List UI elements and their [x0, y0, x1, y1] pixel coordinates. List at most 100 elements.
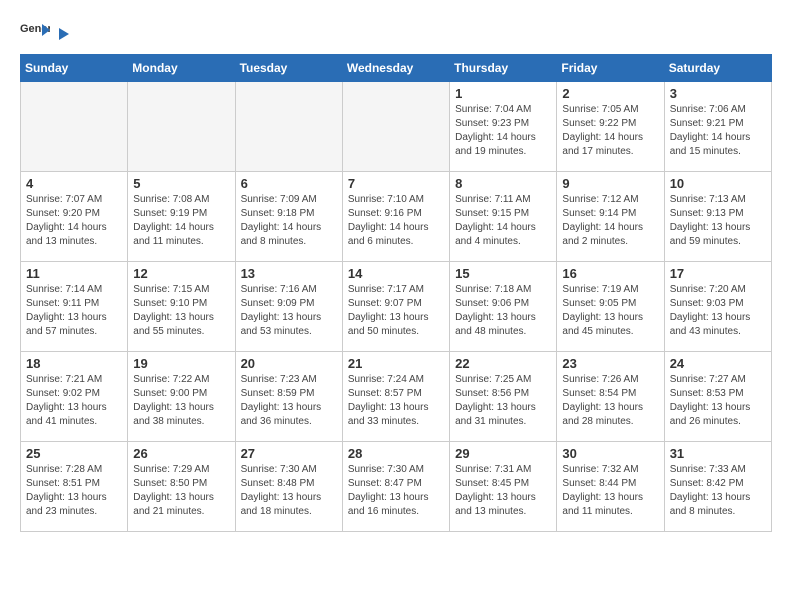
day-number: 4 — [26, 176, 122, 191]
day-number: 3 — [670, 86, 766, 101]
day-number: 11 — [26, 266, 122, 281]
day-number: 14 — [348, 266, 444, 281]
day-number: 10 — [670, 176, 766, 191]
calendar-header-row: SundayMondayTuesdayWednesdayThursdayFrid… — [21, 55, 772, 82]
day-cell-19: 19 Sunrise: 7:22 AM Sunset: 9:00 PM Dayli… — [128, 352, 235, 442]
empty-cell — [128, 82, 235, 172]
day-cell-4: 4Sunrise: 7:07 AM Sunset: 9:20 PM Daylig… — [21, 172, 128, 262]
cell-info: Sunrise: 7:11 AM Sunset: 9:15 PM Dayligh… — [455, 193, 551, 249]
cell-info: Sunrise: 7:30 AM Sunset: 8:48 PM Dayligh… — [241, 463, 337, 519]
day-cell-1: 1 Sunrise: 7:04 AM Sunset: 9:23 PM Daylig… — [450, 82, 557, 172]
day-cell-12: 12 Sunrise: 7:15 AM Sunset: 9:10 PM Dayli… — [128, 262, 235, 352]
logo-icon: General — [20, 20, 50, 44]
day-number: 13 — [241, 266, 337, 281]
empty-cell — [235, 82, 342, 172]
day-number: 6 — [241, 176, 337, 191]
day-number: 23 — [562, 356, 658, 371]
cell-info: Sunrise: 7:23 AM Sunset: 8:59 PM Dayligh… — [241, 373, 337, 429]
day-cell-25: 25 Sunrise: 7:28 AM Sunset: 8:51 PM Dayli… — [21, 442, 128, 532]
column-header-friday: Friday — [557, 55, 664, 82]
cell-info: Sunrise: 7:30 AM Sunset: 8:47 PM Dayligh… — [348, 463, 444, 519]
day-number: 8 — [455, 176, 551, 191]
day-cell-21: 21 Sunrise: 7:24 AM Sunset: 8:57 PM Dayli… — [342, 352, 449, 442]
day-cell-11: 11 Sunrise: 7:14 AM Sunset: 9:11 PM Dayli… — [21, 262, 128, 352]
day-cell-26: 26Sunrise: 7:29 AM Sunset: 8:50 PM Dayli… — [128, 442, 235, 532]
day-number: 18 — [26, 356, 122, 371]
empty-cell — [21, 82, 128, 172]
week-row-4: 18 Sunrise: 7:21 AM Sunset: 9:02 PM Dayli… — [21, 352, 772, 442]
cell-info: Sunrise: 7:26 AM Sunset: 8:54 PM Dayligh… — [562, 373, 658, 429]
day-number: 22 — [455, 356, 551, 371]
day-number: 30 — [562, 446, 658, 461]
day-number: 12 — [133, 266, 229, 281]
cell-info: Sunrise: 7:12 AM Sunset: 9:14 PM Dayligh… — [562, 193, 658, 249]
column-header-saturday: Saturday — [664, 55, 771, 82]
day-number: 9 — [562, 176, 658, 191]
day-cell-24: 24 Sunrise: 7:27 AM Sunset: 8:53 PM Dayli… — [664, 352, 771, 442]
day-cell-9: 9 Sunrise: 7:12 AM Sunset: 9:14 PM Daylig… — [557, 172, 664, 262]
day-cell-7: 7 Sunrise: 7:10 AM Sunset: 9:16 PM Daylig… — [342, 172, 449, 262]
day-number: 2 — [562, 86, 658, 101]
cell-info: Sunrise: 7:32 AM Sunset: 8:44 PM Dayligh… — [562, 463, 658, 519]
day-number: 15 — [455, 266, 551, 281]
day-number: 24 — [670, 356, 766, 371]
day-number: 19 — [133, 356, 229, 371]
cell-info: Sunrise: 7:06 AM Sunset: 9:21 PM Dayligh… — [670, 103, 766, 159]
cell-info: Sunrise: 7:14 AM Sunset: 9:11 PM Dayligh… — [26, 283, 122, 339]
day-cell-30: 30 Sunrise: 7:32 AM Sunset: 8:44 PM Dayli… — [557, 442, 664, 532]
cell-info: Sunrise: 7:21 AM Sunset: 9:02 PM Dayligh… — [26, 373, 122, 429]
logo: General — [20, 20, 74, 44]
day-cell-16: 16 Sunrise: 7:19 AM Sunset: 9:05 PM Dayli… — [557, 262, 664, 352]
day-cell-10: 10 Sunrise: 7:13 AM Sunset: 9:13 PM Dayli… — [664, 172, 771, 262]
day-cell-5: 5Sunrise: 7:08 AM Sunset: 9:19 PM Daylig… — [128, 172, 235, 262]
column-header-wednesday: Wednesday — [342, 55, 449, 82]
day-number: 7 — [348, 176, 444, 191]
cell-info: Sunrise: 7:08 AM Sunset: 9:19 PM Dayligh… — [133, 193, 229, 249]
cell-info: Sunrise: 7:18 AM Sunset: 9:06 PM Dayligh… — [455, 283, 551, 339]
week-row-5: 25 Sunrise: 7:28 AM Sunset: 8:51 PM Dayli… — [21, 442, 772, 532]
cell-info: Sunrise: 7:17 AM Sunset: 9:07 PM Dayligh… — [348, 283, 444, 339]
cell-info: Sunrise: 7:15 AM Sunset: 9:10 PM Dayligh… — [133, 283, 229, 339]
day-number: 1 — [455, 86, 551, 101]
cell-info: Sunrise: 7:28 AM Sunset: 8:51 PM Dayligh… — [26, 463, 122, 519]
cell-info: Sunrise: 7:04 AM Sunset: 9:23 PM Dayligh… — [455, 103, 551, 159]
cell-info: Sunrise: 7:22 AM Sunset: 9:00 PM Dayligh… — [133, 373, 229, 429]
day-cell-14: 14 Sunrise: 7:17 AM Sunset: 9:07 PM Dayli… — [342, 262, 449, 352]
cell-info: Sunrise: 7:16 AM Sunset: 9:09 PM Dayligh… — [241, 283, 337, 339]
column-header-thursday: Thursday — [450, 55, 557, 82]
day-cell-2: 2 Sunrise: 7:05 AM Sunset: 9:22 PM Daylig… — [557, 82, 664, 172]
day-cell-27: 27Sunrise: 7:30 AM Sunset: 8:48 PM Dayli… — [235, 442, 342, 532]
logo-arrow-icon — [55, 25, 73, 43]
day-number: 16 — [562, 266, 658, 281]
cell-info: Sunrise: 7:20 AM Sunset: 9:03 PM Dayligh… — [670, 283, 766, 339]
day-number: 26 — [133, 446, 229, 461]
cell-info: Sunrise: 7:19 AM Sunset: 9:05 PM Dayligh… — [562, 283, 658, 339]
day-cell-6: 6 Sunrise: 7:09 AM Sunset: 9:18 PM Daylig… — [235, 172, 342, 262]
day-cell-8: 8 Sunrise: 7:11 AM Sunset: 9:15 PM Daylig… — [450, 172, 557, 262]
week-row-1: 1 Sunrise: 7:04 AM Sunset: 9:23 PM Daylig… — [21, 82, 772, 172]
cell-info: Sunrise: 7:24 AM Sunset: 8:57 PM Dayligh… — [348, 373, 444, 429]
week-row-3: 11 Sunrise: 7:14 AM Sunset: 9:11 PM Dayli… — [21, 262, 772, 352]
day-cell-18: 18 Sunrise: 7:21 AM Sunset: 9:02 PM Dayli… — [21, 352, 128, 442]
cell-info: Sunrise: 7:13 AM Sunset: 9:13 PM Dayligh… — [670, 193, 766, 249]
day-number: 31 — [670, 446, 766, 461]
cell-info: Sunrise: 7:33 AM Sunset: 8:42 PM Dayligh… — [670, 463, 766, 519]
cell-info: Sunrise: 7:31 AM Sunset: 8:45 PM Dayligh… — [455, 463, 551, 519]
day-number: 21 — [348, 356, 444, 371]
day-cell-3: 3 Sunrise: 7:06 AM Sunset: 9:21 PM Daylig… — [664, 82, 771, 172]
day-cell-17: 17 Sunrise: 7:20 AM Sunset: 9:03 PM Dayli… — [664, 262, 771, 352]
page-header: General — [20, 20, 772, 44]
day-number: 25 — [26, 446, 122, 461]
day-number: 17 — [670, 266, 766, 281]
column-header-tuesday: Tuesday — [235, 55, 342, 82]
cell-info: Sunrise: 7:27 AM Sunset: 8:53 PM Dayligh… — [670, 373, 766, 429]
cell-info: Sunrise: 7:25 AM Sunset: 8:56 PM Dayligh… — [455, 373, 551, 429]
day-number: 20 — [241, 356, 337, 371]
day-cell-28: 28Sunrise: 7:30 AM Sunset: 8:47 PM Dayli… — [342, 442, 449, 532]
day-cell-22: 22 Sunrise: 7:25 AM Sunset: 8:56 PM Dayli… — [450, 352, 557, 442]
cell-info: Sunrise: 7:10 AM Sunset: 9:16 PM Dayligh… — [348, 193, 444, 249]
cell-info: Sunrise: 7:09 AM Sunset: 9:18 PM Dayligh… — [241, 193, 337, 249]
cell-info: Sunrise: 7:05 AM Sunset: 9:22 PM Dayligh… — [562, 103, 658, 159]
column-header-monday: Monday — [128, 55, 235, 82]
day-cell-13: 13 Sunrise: 7:16 AM Sunset: 9:09 PM Dayli… — [235, 262, 342, 352]
